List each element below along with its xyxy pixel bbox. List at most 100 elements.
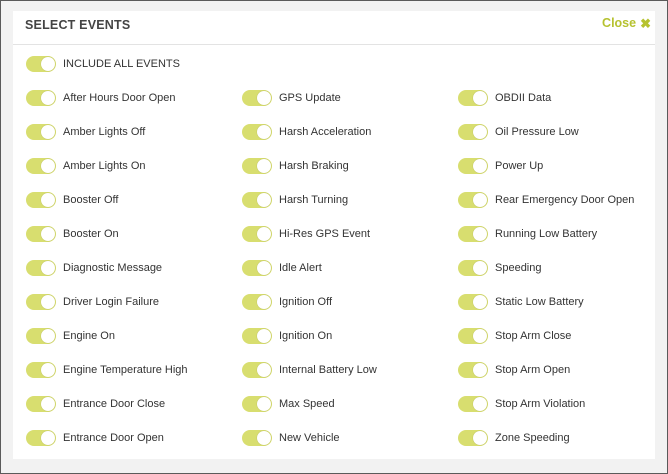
event-toggle-row: Engine On xyxy=(26,327,115,345)
toggle-knob xyxy=(473,363,487,377)
event-label: Ignition On xyxy=(279,330,333,342)
event-label: Booster Off xyxy=(63,194,119,206)
event-label: Harsh Turning xyxy=(279,194,349,206)
event-toggle[interactable] xyxy=(26,294,56,310)
event-toggle[interactable] xyxy=(458,90,488,106)
event-toggle[interactable] xyxy=(26,260,56,276)
event-toggle-row: Booster On xyxy=(26,225,119,243)
event-toggle-row: Harsh Turning xyxy=(242,191,348,209)
toggle-knob xyxy=(473,159,487,173)
event-label: Amber Lights On xyxy=(63,160,146,172)
toggle-knob xyxy=(41,57,55,71)
event-label: Max Speed xyxy=(279,398,335,410)
event-toggle-row: New Vehicle xyxy=(242,429,340,447)
event-toggle[interactable] xyxy=(242,430,272,446)
event-toggle[interactable] xyxy=(242,158,272,174)
event-toggle[interactable] xyxy=(26,430,56,446)
event-toggle-row: Speeding xyxy=(458,259,542,277)
event-toggle[interactable] xyxy=(458,396,488,412)
panel-title: SELECT EVENTS xyxy=(25,18,131,32)
toggle-knob xyxy=(473,261,487,275)
event-toggle[interactable] xyxy=(26,124,56,140)
event-toggle-row: Static Low Battery xyxy=(458,293,584,311)
event-label: Engine Temperature High xyxy=(63,364,188,376)
event-toggle-row: Running Low Battery xyxy=(458,225,597,243)
event-toggle[interactable] xyxy=(242,260,272,276)
event-toggle[interactable] xyxy=(26,192,56,208)
toggle-knob xyxy=(473,431,487,445)
event-label: Hi-Res GPS Event xyxy=(279,228,371,240)
event-label: OBDII Data xyxy=(495,92,552,104)
event-toggle[interactable] xyxy=(26,226,56,242)
event-toggle[interactable] xyxy=(458,362,488,378)
event-toggle[interactable] xyxy=(26,362,56,378)
event-toggle[interactable] xyxy=(242,226,272,242)
event-toggle-row: Harsh Braking xyxy=(242,157,349,175)
event-toggle[interactable] xyxy=(26,396,56,412)
event-toggle[interactable] xyxy=(458,192,488,208)
event-toggle[interactable] xyxy=(26,158,56,174)
toggle-knob xyxy=(41,91,55,105)
select-events-panel: SELECT EVENTS Close ✖ INCLUDE ALL EVENTS… xyxy=(13,11,655,459)
event-toggle[interactable] xyxy=(458,158,488,174)
panel-header: SELECT EVENTS Close ✖ xyxy=(13,11,655,45)
event-toggle-row: Amber Lights Off xyxy=(26,123,145,141)
event-toggle[interactable] xyxy=(242,328,272,344)
event-toggle[interactable] xyxy=(458,430,488,446)
event-toggle-row: Harsh Acceleration xyxy=(242,123,371,141)
toggle-knob xyxy=(257,295,271,309)
toggle-knob xyxy=(257,159,271,173)
event-toggle-row: Max Speed xyxy=(242,395,335,413)
event-toggle-row: Entrance Door Close xyxy=(26,395,165,413)
event-label: GPS Update xyxy=(279,92,341,104)
event-label: Ignition Off xyxy=(279,296,332,308)
event-toggle-row: Diagnostic Message xyxy=(26,259,162,277)
event-toggle[interactable] xyxy=(458,260,488,276)
event-toggle-row: Engine Temperature High xyxy=(26,361,188,379)
event-toggle[interactable] xyxy=(26,90,56,106)
event-label: Stop Arm Violation xyxy=(495,398,586,410)
toggle-knob xyxy=(41,431,55,445)
event-toggle-row: Zone Speeding xyxy=(458,429,570,447)
event-toggle[interactable] xyxy=(242,124,272,140)
dialog-frame: SELECT EVENTS Close ✖ INCLUDE ALL EVENTS… xyxy=(0,0,668,474)
event-toggle[interactable] xyxy=(458,328,488,344)
event-toggle[interactable] xyxy=(242,396,272,412)
event-toggle-row: Entrance Door Open xyxy=(26,429,164,447)
event-label: Harsh Acceleration xyxy=(279,126,372,138)
toggle-knob xyxy=(257,125,271,139)
event-label: Amber Lights Off xyxy=(63,126,146,138)
toggle-knob xyxy=(473,295,487,309)
event-label: Stop Arm Open xyxy=(495,364,571,376)
event-toggle[interactable] xyxy=(458,226,488,242)
event-label: Booster On xyxy=(63,228,119,240)
event-toggle-row: Power Up xyxy=(458,157,543,175)
event-toggle-row: Hi-Res GPS Event xyxy=(242,225,370,243)
toggle-knob xyxy=(257,431,271,445)
event-toggle-row: After Hours Door Open xyxy=(26,89,176,107)
event-toggle[interactable] xyxy=(242,192,272,208)
toggle-knob xyxy=(41,397,55,411)
event-toggle[interactable] xyxy=(458,124,488,140)
include-all-events-toggle[interactable] xyxy=(26,56,56,72)
event-toggle-row: Stop Arm Violation xyxy=(458,395,585,413)
toggle-knob xyxy=(257,363,271,377)
event-toggle[interactable] xyxy=(242,90,272,106)
toggle-knob xyxy=(257,329,271,343)
toggle-knob xyxy=(41,125,55,139)
event-toggle[interactable] xyxy=(26,328,56,344)
event-toggle[interactable] xyxy=(242,294,272,310)
close-icon: ✖ xyxy=(640,15,651,31)
toggle-knob xyxy=(473,193,487,207)
event-toggle-row: Stop Arm Close xyxy=(458,327,571,345)
event-label: Static Low Battery xyxy=(495,296,584,308)
close-button[interactable]: Close ✖ xyxy=(602,16,651,30)
event-label: Zone Speeding xyxy=(495,432,570,444)
event-label: Internal Battery Low xyxy=(279,364,377,376)
toggle-knob xyxy=(257,193,271,207)
event-label: Idle Alert xyxy=(279,262,322,274)
event-toggle[interactable] xyxy=(458,294,488,310)
event-toggle[interactable] xyxy=(242,362,272,378)
toggle-knob xyxy=(257,397,271,411)
event-label: Harsh Braking xyxy=(279,160,349,172)
